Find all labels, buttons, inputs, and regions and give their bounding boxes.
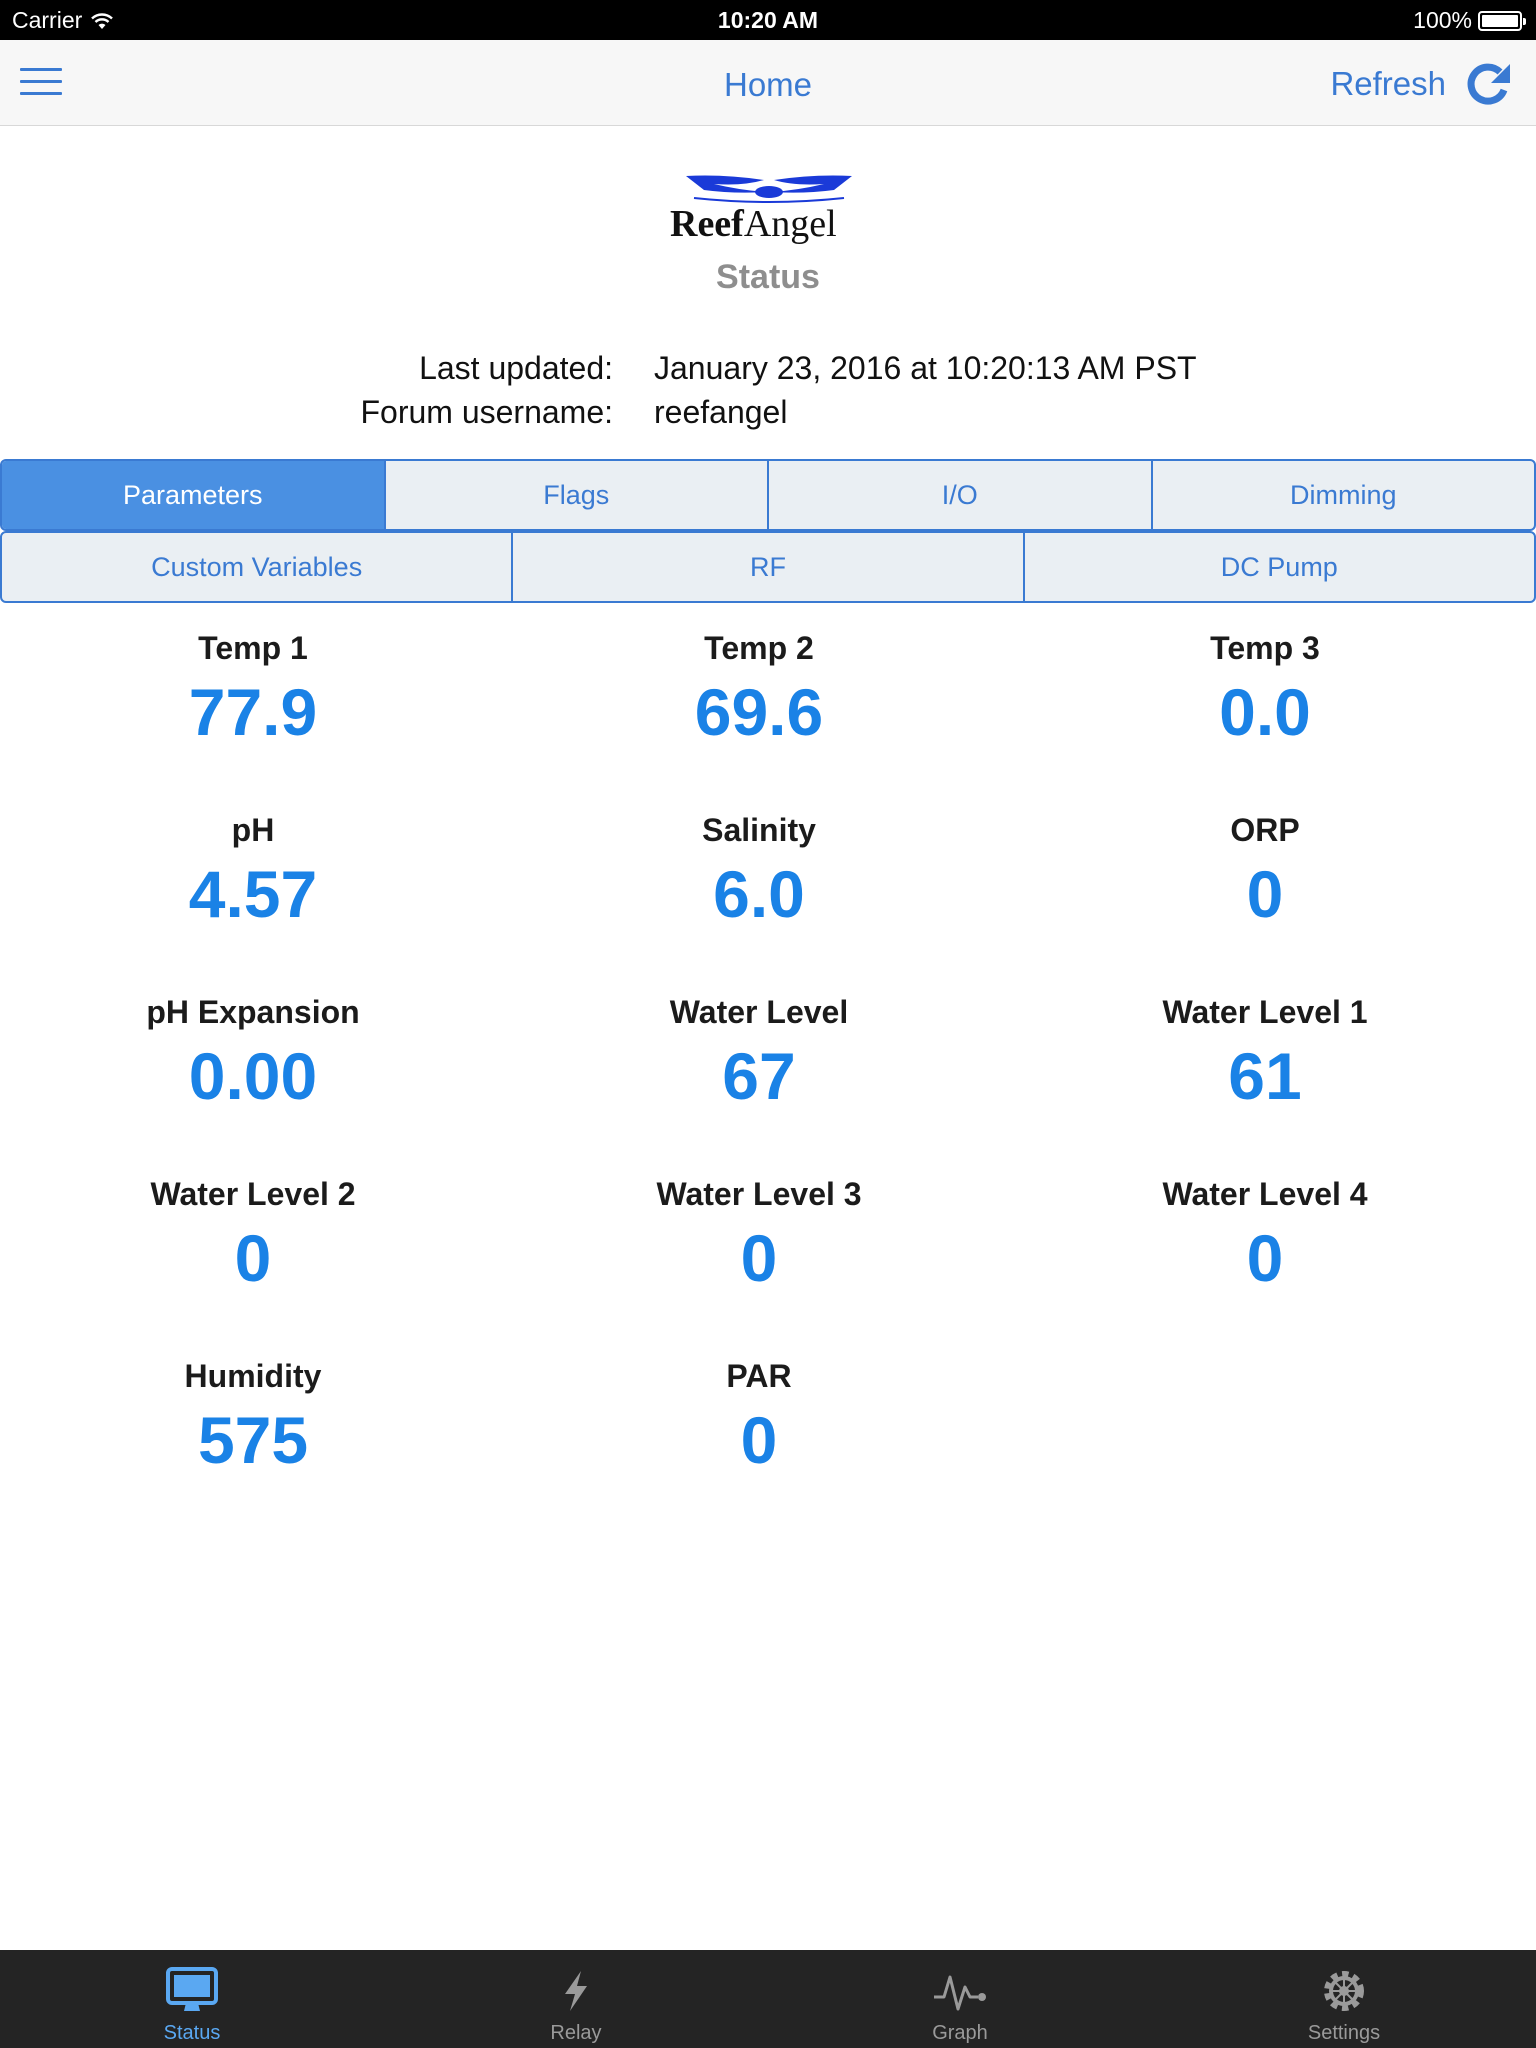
param-name: Water Level <box>669 994 849 1030</box>
param-name: Water Level 4 <box>1162 1176 1368 1212</box>
username-value: reefangel <box>654 394 788 430</box>
last-updated-value: January 23, 2016 at 10:20:13 AM PST <box>654 350 1197 386</box>
last-updated-label: Last updated: <box>419 350 613 386</box>
param-water-level-4: Water Level 4 0 <box>1012 1170 1518 1298</box>
controller-info: Last updated: January 23, 2016 at 10:20:… <box>0 350 1536 438</box>
gear-icon <box>1316 1966 1372 2016</box>
param-value: 0 <box>234 1221 272 1295</box>
param-value: 4.57 <box>188 857 318 931</box>
param-salinity: Salinity 6.0 <box>506 806 1012 934</box>
battery-percent: 100% <box>1413 7 1472 33</box>
status-bar: Carrier 10:20 AM 100% <box>0 0 1536 40</box>
username-label: Forum username: <box>360 394 613 430</box>
segment-dc-pump[interactable]: DC Pump <box>1025 533 1534 601</box>
segment-parameters[interactable]: Parameters <box>2 461 386 529</box>
param-name: Salinity <box>702 812 816 848</box>
lightning-bolt-icon <box>548 1966 604 2016</box>
tab-label: Status <box>163 2022 221 2044</box>
param-value: 61 <box>1228 1039 1302 1113</box>
monitor-icon <box>164 1966 220 2016</box>
segmented-control-row-1: Parameters Flags I/O Dimming <box>0 459 1536 531</box>
param-orp: ORP 0 <box>1012 806 1518 934</box>
param-value: 0 <box>740 1403 778 1477</box>
param-name: Water Level 3 <box>656 1176 862 1212</box>
param-temp-1: Temp 1 77.9 <box>0 624 506 752</box>
param-name: Temp 3 <box>1210 630 1320 666</box>
tab-label: Settings <box>1307 2022 1381 2044</box>
param-humidity: Humidity 575 <box>0 1352 506 1480</box>
refresh-label: Refresh <box>1330 65 1446 102</box>
param-name: ORP <box>1230 812 1300 848</box>
param-name: Temp 1 <box>198 630 308 666</box>
param-value: 0 <box>740 1221 778 1295</box>
param-name: Humidity <box>184 1358 322 1394</box>
param-temp-2: Temp 2 69.6 <box>506 624 1012 752</box>
param-value: 575 <box>197 1403 309 1477</box>
param-water-level-1: Water Level 1 61 <box>1012 988 1518 1116</box>
segment-custom-variables[interactable]: Custom Variables <box>2 533 514 601</box>
segmented-control-row-2: Custom Variables RF DC Pump <box>0 531 1536 603</box>
param-water-level-3: Water Level 3 0 <box>506 1170 1012 1298</box>
param-value: 67 <box>722 1039 796 1113</box>
param-ph: pH 4.57 <box>0 806 506 934</box>
param-value: 77.9 <box>188 675 318 749</box>
param-value: 0.00 <box>188 1039 318 1113</box>
tab-graph[interactable]: Graph <box>768 1950 1152 2048</box>
param-name: Temp 2 <box>704 630 814 666</box>
segment-flags[interactable]: Flags <box>386 461 769 529</box>
param-name: Water Level 1 <box>1162 994 1368 1030</box>
reef-angel-logo: ReefAngel <box>670 168 866 248</box>
brand-name-bold: Reef <box>670 203 744 245</box>
param-name: pH <box>231 812 275 848</box>
tab-status[interactable]: Status <box>0 1950 384 2048</box>
segment-io[interactable]: I/O <box>769 461 1153 529</box>
param-value: 0 <box>1246 1221 1284 1295</box>
param-value: 0 <box>1246 857 1284 931</box>
battery-indicator: 100% <box>1413 7 1526 34</box>
param-name: Water Level 2 <box>150 1176 356 1212</box>
page-subtitle: Status <box>716 258 820 296</box>
username-row: Forum username: reefangel <box>0 394 1536 438</box>
param-value: 6.0 <box>713 857 805 931</box>
clock: 10:20 AM <box>717 7 819 33</box>
refresh-button[interactable]: Refresh <box>1330 56 1516 112</box>
brand-name: ReefAngel <box>670 202 837 246</box>
param-value: 69.6 <box>694 675 824 749</box>
tab-settings[interactable]: Settings <box>1152 1950 1536 2048</box>
param-par: PAR 0 <box>506 1352 1012 1480</box>
param-temp-3: Temp 3 0.0 <box>1012 624 1518 752</box>
param-name: PAR <box>726 1358 792 1394</box>
last-updated-row: Last updated: January 23, 2016 at 10:20:… <box>0 350 1536 394</box>
tab-relay[interactable]: Relay <box>384 1950 768 2048</box>
segment-dimming[interactable]: Dimming <box>1153 461 1535 529</box>
param-water-level: Water Level 67 <box>506 988 1012 1116</box>
tab-label: Relay <box>550 2022 602 2044</box>
refresh-icon <box>1467 63 1510 105</box>
nav-title: Home <box>723 66 813 103</box>
param-water-level-2: Water Level 2 0 <box>0 1170 506 1298</box>
brand-name-regular: Angel <box>743 203 837 245</box>
battery-icon <box>1478 10 1526 31</box>
segment-rf[interactable]: RF <box>513 533 1025 601</box>
pulse-graph-icon <box>932 1966 988 2016</box>
param-value: 0.0 <box>1219 675 1311 749</box>
tab-label: Graph <box>932 2022 988 2044</box>
navigation-bar: Home Refresh <box>0 40 1536 126</box>
param-name: pH Expansion <box>146 994 360 1030</box>
tab-bar: Status Relay Graph Settings <box>0 1950 1536 2048</box>
param-ph-expansion: pH Expansion 0.00 <box>0 988 506 1116</box>
